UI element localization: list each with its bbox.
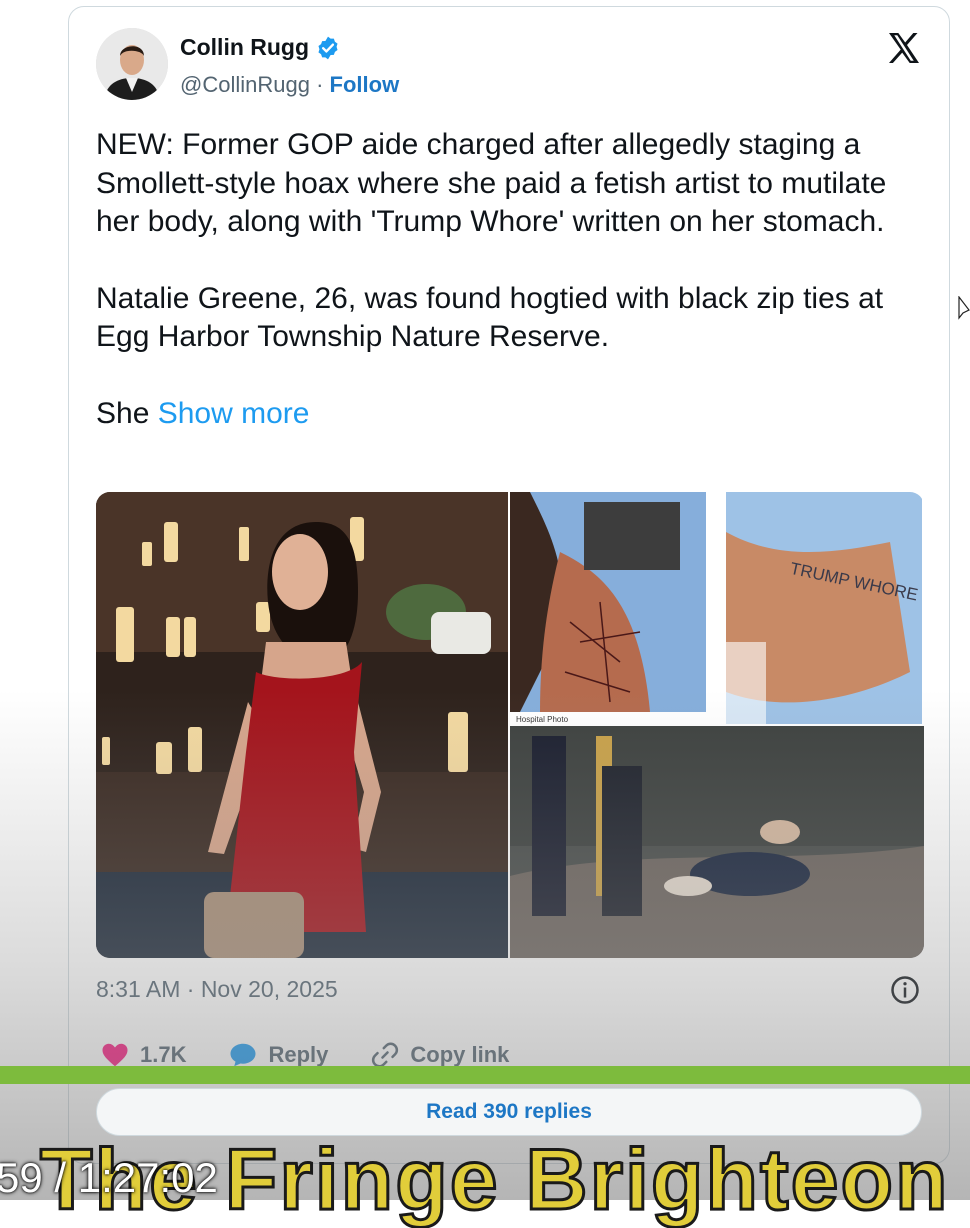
tweet-paragraph: NEW: Former GOP aide charged after alleg…	[96, 128, 887, 238]
handle-row: @CollinRugg · Follow	[180, 72, 399, 98]
show-more-link[interactable]: Show more	[158, 397, 310, 430]
tweet-paragraph-truncated: She Show more	[96, 395, 916, 434]
photo-caption: Hospital Photo	[516, 715, 569, 724]
photo-nature-reserve[interactable]	[510, 726, 924, 958]
copy-link-label: Copy link	[410, 1042, 510, 1067]
photo-hospital-neck[interactable]: Hospital Photo TRUMP WHORE	[510, 492, 922, 724]
read-replies-button[interactable]: Read 390 replies	[96, 1088, 922, 1136]
cursor-icon	[958, 296, 970, 320]
reply-label: Reply	[268, 1042, 329, 1067]
author-name-row: Collin Rugg	[180, 34, 341, 61]
tweet-timestamp[interactable]: 8:31 AM · Nov 20, 2025	[96, 976, 338, 1003]
info-icon[interactable]	[890, 975, 920, 1005]
channel-accent-bar	[0, 1066, 970, 1084]
tweet-paragraph: Natalie Greene, 26, was found hogtied wi…	[96, 281, 884, 354]
like-count: 1.7K	[140, 1042, 187, 1067]
video-time-code: 59 / 1:27:02	[0, 1154, 218, 1201]
author-name[interactable]: Collin Rugg	[180, 34, 309, 61]
avatar-image	[96, 28, 168, 100]
author-handle[interactable]: @CollinRugg	[180, 72, 310, 97]
photo-woman-red-dress[interactable]	[96, 492, 508, 958]
media-grid[interactable]: Hospital Photo TRUMP WHORE	[96, 492, 924, 958]
separator: ·	[316, 72, 324, 97]
tweet-text: NEW: Former GOP aide charged after alleg…	[96, 126, 916, 433]
author-avatar[interactable]	[96, 28, 168, 100]
truncated-text: She	[96, 396, 150, 430]
follow-button[interactable]: Follow	[330, 72, 400, 97]
x-logo-icon[interactable]	[886, 30, 922, 66]
verified-badge-icon	[318, 36, 338, 59]
